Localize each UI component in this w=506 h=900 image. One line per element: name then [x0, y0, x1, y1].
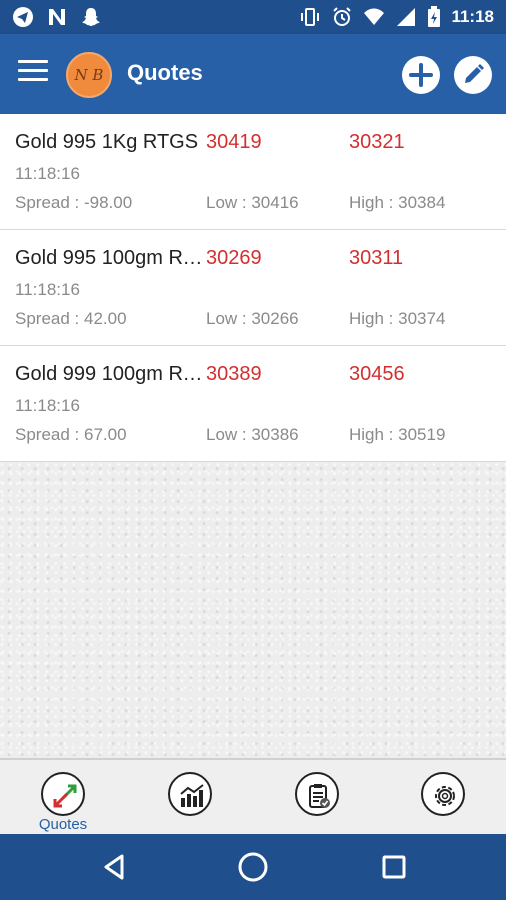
plus-icon — [409, 63, 433, 87]
n-app-icon — [46, 6, 68, 28]
page-title: Quotes — [127, 60, 203, 85]
quote-time: 11:18:16 — [15, 280, 80, 299]
quote-spread: Spread : 42.00 — [15, 309, 127, 328]
quote-low: Low : 30416 — [206, 193, 299, 212]
settings-gear-icon — [421, 772, 465, 816]
telegram-icon — [12, 6, 34, 28]
quote-bid: 30419 — [206, 131, 262, 153]
quote-high: High : 30384 — [349, 193, 446, 212]
status-time: 11:18 — [451, 7, 494, 26]
menu-icon[interactable] — [18, 60, 48, 88]
alarm-icon — [331, 6, 353, 28]
quote-bid: 30269 — [206, 247, 262, 269]
quote-row[interactable]: Gold 995 100gm RTGS 30269 30311 11:18:16… — [0, 230, 506, 346]
quote-name: Gold 999 100gm RTGS — [15, 363, 203, 385]
back-triangle-icon[interactable] — [98, 850, 132, 884]
wifi-icon — [363, 6, 385, 28]
recents-square-icon[interactable] — [377, 850, 411, 884]
chart-icon — [168, 772, 212, 816]
quote-time: 11:18:16 — [15, 164, 80, 183]
home-circle-icon[interactable] — [236, 850, 270, 884]
quote-time: 11:18:16 — [15, 396, 80, 415]
add-button[interactable] — [402, 56, 440, 94]
quote-row[interactable]: Gold 995 1Kg RTGS 30419 30321 11:18:16 S… — [0, 114, 506, 230]
quote-list: Gold 995 1Kg RTGS 30419 30321 11:18:16 S… — [0, 114, 506, 462]
signal-icon — [395, 6, 417, 28]
tab-orders[interactable] — [287, 766, 347, 832]
quote-row[interactable]: Gold 999 100gm RTGS 30389 30456 11:18:16… — [0, 346, 506, 462]
quote-ask: 30456 — [349, 363, 405, 385]
app-bar: N B Quotes — [0, 34, 506, 114]
quote-spread: Spread : -98.00 — [15, 193, 133, 212]
quote-high: High : 30519 — [349, 425, 446, 444]
quote-ask: 30311 — [349, 247, 404, 269]
snapchat-icon — [80, 6, 102, 28]
tab-charts[interactable] — [160, 766, 220, 832]
pencil-icon — [465, 64, 484, 83]
quote-high: High : 30374 — [349, 309, 446, 328]
quote-bid: 30389 — [206, 363, 262, 385]
quote-name: Gold 995 1Kg RTGS — [15, 131, 199, 153]
edit-button[interactable] — [454, 56, 492, 94]
battery-icon — [427, 6, 441, 28]
quote-spread: Spread : 67.00 — [15, 425, 127, 444]
quote-low: Low : 30266 — [206, 309, 299, 328]
tab-label-quotes: Quotes — [38, 816, 88, 833]
logo-text: N B — [74, 66, 104, 84]
clipboard-check-icon — [295, 772, 339, 816]
status-bar: 11:18 — [0, 0, 506, 34]
quote-name: Gold 995 100gm RTGS — [15, 247, 203, 269]
vibrate-icon — [299, 6, 321, 28]
empty-textured-area — [0, 462, 506, 758]
quote-low: Low : 30386 — [206, 425, 299, 444]
system-nav-bar — [0, 834, 506, 900]
tab-settings[interactable] — [413, 766, 473, 832]
quotes-arrows-icon — [41, 772, 85, 816]
app-logo: N B — [66, 52, 112, 98]
tab-quotes[interactable]: Quotes — [33, 766, 93, 833]
quote-ask: 30321 — [349, 131, 405, 153]
bottom-tab-bar: Quotes — [0, 758, 506, 834]
